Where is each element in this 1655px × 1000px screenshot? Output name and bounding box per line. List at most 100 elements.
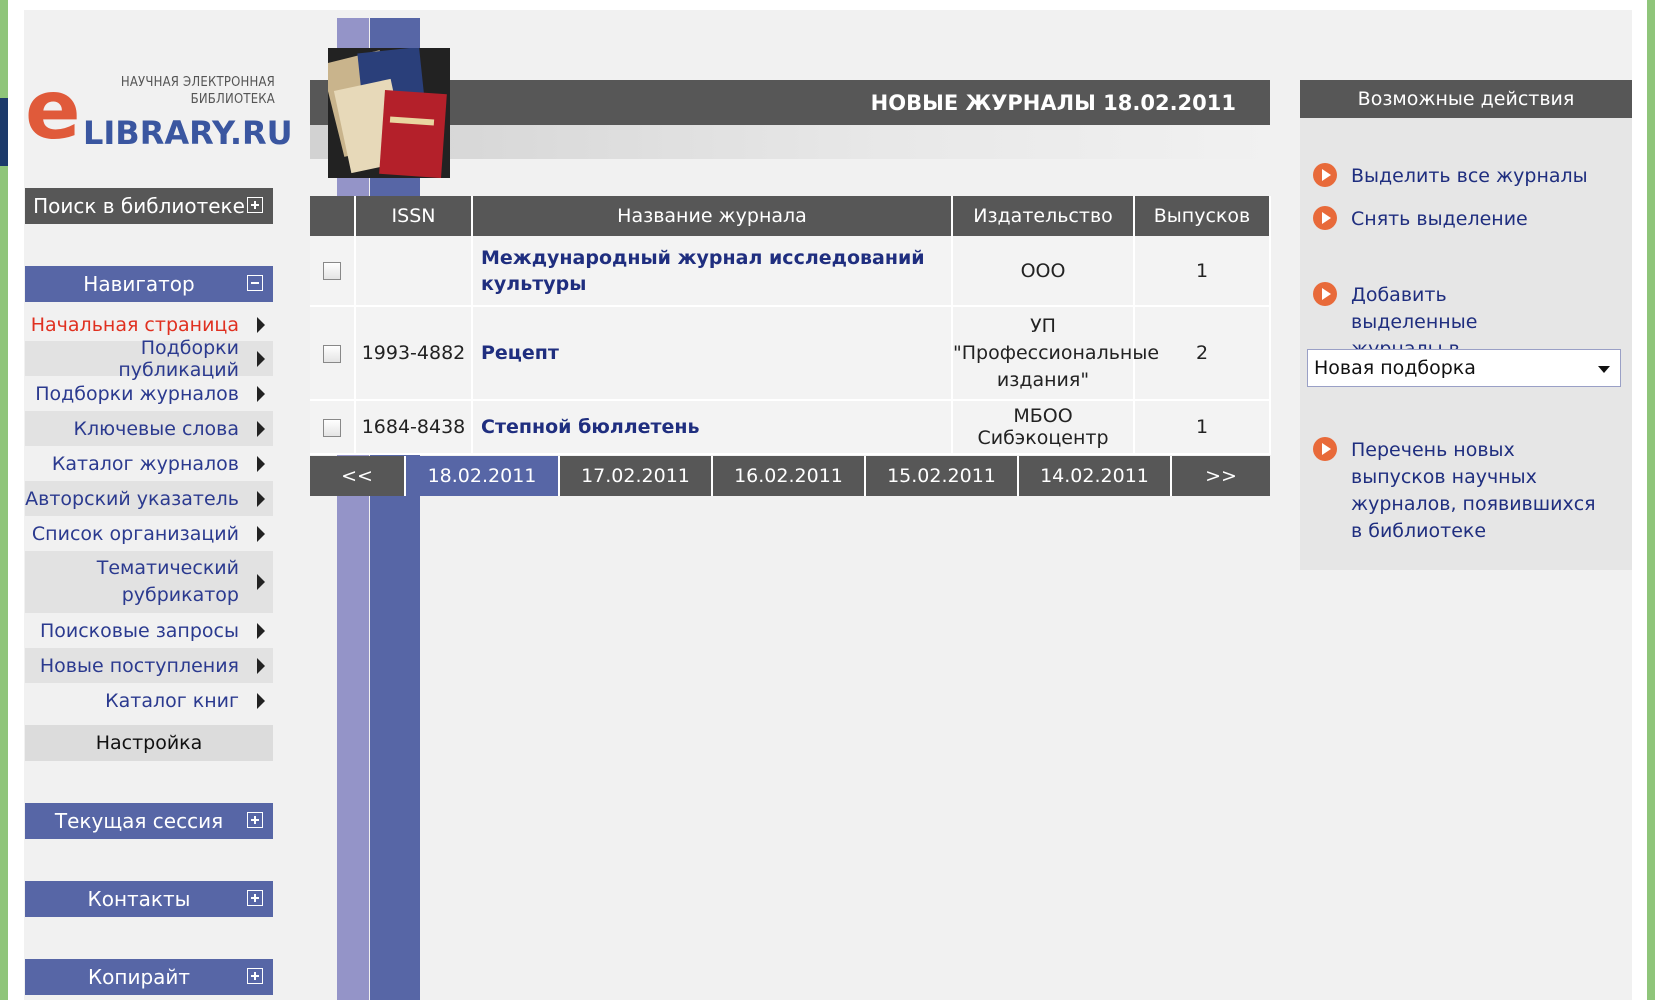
nav-item-label: Подборки публикаций (118, 336, 239, 381)
arrow-circle-icon (1313, 206, 1337, 230)
arrow-right-icon (257, 574, 265, 590)
table-header-row: ISSN Название журнала Издательство Выпус… (310, 196, 1271, 236)
logo-tagline: НАУЧНАЯ ЭЛЕКТРОННАЯ БИБЛИОТЕКА (85, 74, 275, 108)
nav-item-label: Начальная страница (30, 313, 239, 336)
issues-count-cell: 1 (1134, 400, 1271, 455)
date-nav-item[interactable]: 16.02.2011 (713, 456, 866, 496)
arrow-right-icon (257, 490, 265, 507)
nav-item-label: Каталог журналов (51, 452, 239, 475)
nav-item-new-arrivals[interactable]: Новые поступления (25, 648, 273, 683)
session-section-header[interactable]: Текущая сессия (25, 803, 273, 839)
arrow-right-icon (257, 692, 265, 709)
nav-item-search-queries[interactable]: Поисковые запросы (25, 613, 273, 648)
left-border-accent (0, 98, 8, 166)
nav-item-keywords[interactable]: Ключевые слова (25, 411, 273, 446)
new-issues-list-action[interactable]: Перечень новых выпусков научных журналов… (1313, 437, 1601, 545)
nav-item-label: Новые поступления (39, 654, 239, 677)
arrow-circle-icon (1313, 163, 1337, 187)
arrow-right-icon (257, 350, 265, 367)
column-header-publisher[interactable]: Издательство (952, 196, 1135, 236)
arrow-circle-icon (1313, 437, 1337, 461)
arrow-right-icon (257, 455, 265, 472)
date-nav-next[interactable]: >> (1172, 456, 1270, 496)
elibrary-logo[interactable]: e НАУЧНАЯ ЭЛЕКТРОННАЯ БИБЛИОТЕКА LIBRARY… (25, 63, 293, 158)
collection-select-value: Новая подборка (1314, 357, 1476, 379)
contacts-section-header[interactable]: Контакты (25, 881, 273, 917)
date-nav-item[interactable]: 15.02.2011 (866, 456, 1019, 496)
issn-cell (355, 236, 473, 307)
journal-covers-image (328, 48, 450, 178)
nav-item-label: Список организаций (31, 522, 239, 545)
navigator-section-header[interactable]: Навигатор (25, 266, 273, 302)
journal-name-link[interactable]: Рецепт (472, 306, 953, 401)
date-nav-item-selected[interactable]: 18.02.2011 (406, 456, 560, 496)
date-nav-item[interactable]: 14.02.2011 (1019, 456, 1172, 496)
nav-item-label: Авторский указатель (25, 487, 239, 510)
journal-name-link[interactable]: Степной бюллетень (472, 400, 953, 455)
copyright-section-label: Копирайт (87, 965, 191, 989)
nav-item-journal-catalog[interactable]: Каталог журналов (25, 446, 273, 481)
logo-tagline-line2: БИБЛИОТЕКА (190, 92, 275, 107)
row-select-cell (310, 400, 356, 455)
navigator-menu: Начальная страница Подборки публикаций П… (25, 308, 273, 718)
clear-selection-link[interactable]: Снять выделение (1351, 206, 1528, 233)
expand-icon[interactable] (247, 968, 263, 984)
copyright-section-header[interactable]: Копирайт (25, 959, 273, 995)
page-title: НОВЫЕ ЖУРНАЛЫ 18.02.2011 (870, 90, 1236, 115)
arrow-right-icon (257, 316, 265, 333)
select-all-link[interactable]: Выделить все журналы (1351, 163, 1588, 190)
clear-selection-action[interactable]: Снять выделение (1313, 206, 1528, 233)
column-header-journal-name[interactable]: Название журнала (472, 196, 953, 236)
column-header-issn[interactable]: ISSN (355, 196, 473, 236)
search-section-header[interactable]: Поиск в библиотеке (25, 188, 273, 224)
journal-name-link[interactable]: Международный журнал исследований культу… (472, 236, 953, 307)
nav-item-label: Поисковые запросы (39, 619, 239, 642)
publisher-cell: МБОО Сибэкоцентр (952, 400, 1135, 455)
nav-item-label: Каталог книг (105, 689, 239, 712)
expand-icon[interactable] (247, 812, 263, 828)
select-all-action[interactable]: Выделить все журналы (1313, 163, 1588, 190)
logo-letter-e: e (25, 63, 81, 158)
chevron-down-icon[interactable] (1598, 366, 1610, 373)
column-header-select (310, 196, 356, 236)
row-checkbox[interactable] (323, 418, 341, 437)
publisher-cell: ООО (952, 236, 1135, 307)
arrow-right-icon (257, 622, 265, 639)
right-border-stripe (1647, 0, 1655, 1000)
collapse-icon[interactable] (247, 275, 263, 291)
new-issues-list-link[interactable]: Перечень новых выпусков научных журналов… (1351, 437, 1601, 545)
actions-panel-header: Возможные действия (1300, 80, 1632, 118)
date-nav-item[interactable]: 17.02.2011 (560, 456, 713, 496)
nav-item-publication-collections[interactable]: Подборки публикаций (25, 337, 273, 381)
session-section-label: Текущая сессия (54, 809, 224, 833)
row-checkbox[interactable] (323, 344, 341, 363)
nav-item-label: Ключевые слова (73, 417, 239, 440)
publisher-cell: УП "Профессиональные издания" (952, 306, 1159, 401)
collection-select[interactable]: Новая подборка (1307, 349, 1621, 387)
contacts-section-label: Контакты (87, 887, 191, 911)
actions-panel-title: Возможные действия (1357, 88, 1575, 110)
nav-item-subject-rubricator[interactable]: Тематический рубрикатор (25, 551, 273, 613)
table-row: Международный журнал исследований культу… (310, 236, 1271, 307)
title-bar-shadow (310, 125, 1270, 159)
issn-cell: 1993-4882 (355, 306, 473, 401)
date-navigation: << 18.02.2011 17.02.2011 16.02.2011 15.0… (310, 456, 1270, 496)
date-nav-prev[interactable]: << (310, 456, 406, 496)
page-title-bar: НОВЫЕ ЖУРНАЛЫ 18.02.2011 (310, 80, 1270, 125)
nav-item-journal-collections[interactable]: Подборки журналов (25, 376, 273, 411)
logo-tagline-line1: НАУЧНАЯ ЭЛЕКТРОННАЯ (120, 75, 275, 90)
arrow-circle-icon (1313, 282, 1337, 306)
settings-button[interactable]: Настройка (25, 725, 273, 761)
new-journals-table: ISSN Название журнала Издательство Выпус… (310, 196, 1271, 455)
column-header-issues[interactable]: Выпусков (1134, 196, 1271, 236)
row-checkbox[interactable] (323, 262, 341, 280)
row-select-cell (310, 236, 356, 307)
nav-item-organizations[interactable]: Список организаций (25, 516, 273, 551)
expand-icon[interactable] (247, 890, 263, 906)
expand-icon[interactable] (247, 197, 263, 213)
nav-item-book-catalog[interactable]: Каталог книг (25, 683, 273, 718)
nav-item-author-index[interactable]: Авторский указатель (25, 481, 273, 516)
arrow-right-icon (257, 420, 265, 437)
navigator-section-label: Навигатор (83, 272, 195, 296)
issn-cell: 1684-8438 (355, 400, 473, 455)
